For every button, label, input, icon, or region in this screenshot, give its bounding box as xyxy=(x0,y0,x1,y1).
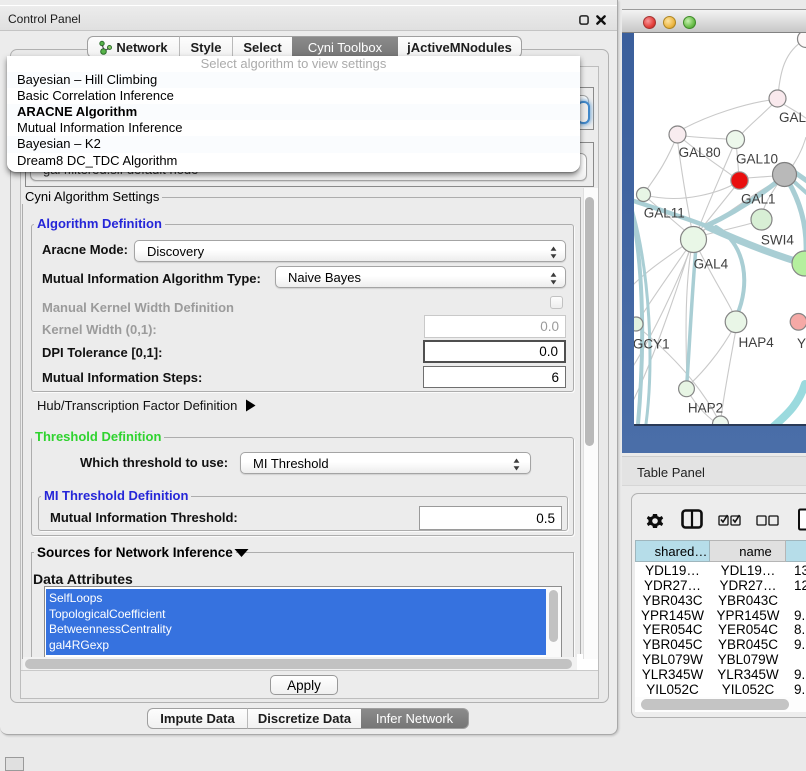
svg-text:HAP2: HAP2 xyxy=(688,400,723,415)
svg-text:GAL4: GAL4 xyxy=(694,256,729,271)
svg-text:YJ: YJ xyxy=(797,336,806,351)
svg-text:GAL11: GAL11 xyxy=(644,205,685,220)
svg-text:GAL10: GAL10 xyxy=(736,152,778,167)
svg-text:SWI4: SWI4 xyxy=(761,233,794,248)
svg-text:GAL1: GAL1 xyxy=(741,192,776,207)
svg-text:GAL80: GAL80 xyxy=(679,145,721,160)
svg-text:HAP4: HAP4 xyxy=(739,335,775,350)
svg-text:GCY1: GCY1 xyxy=(634,336,670,351)
svg-text:GAL2: GAL2 xyxy=(779,110,806,125)
